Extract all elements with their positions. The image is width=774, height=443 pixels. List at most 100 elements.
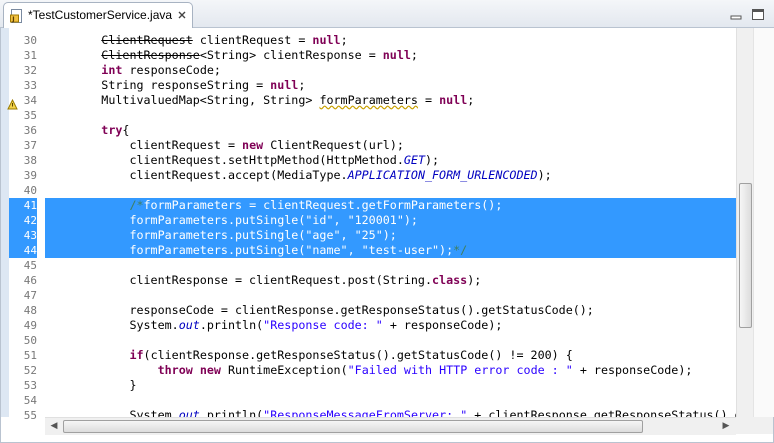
code-token: formParameters = clientRequest.getFormPa…	[143, 198, 503, 212]
code-token: (clientResponse.getResponseStatus().getS…	[143, 348, 573, 362]
code-token: MultivaluedMap<String, String>	[45, 93, 320, 107]
line-number: 38	[23, 154, 37, 167]
code-token: <String> clientResponse =	[199, 48, 383, 62]
line-number: 40	[23, 184, 37, 197]
line-number: 33	[23, 79, 37, 92]
code-token: System.	[45, 318, 179, 332]
line-number: 49	[23, 319, 37, 332]
code-line[interactable]: /*formParameters = clientRequest.getForm…	[45, 198, 502, 213]
code-token: {	[122, 123, 130, 137]
scroll-right-icon[interactable]: ▶	[719, 419, 733, 433]
code-token: formParameters.putSingle("name", "test-u…	[45, 243, 454, 257]
code-line[interactable]: throw new RuntimeException("Failed with …	[45, 363, 693, 378]
annotation-ruler	[1, 28, 9, 417]
code-token: formParameters	[319, 93, 418, 107]
code-line[interactable]: try{	[45, 123, 129, 138]
code-token: new	[242, 138, 264, 152]
line-number: 51	[23, 349, 37, 362]
code-token: ;	[298, 78, 306, 92]
code-token: null	[439, 93, 468, 107]
code-token: null	[312, 33, 341, 47]
line-number: 44	[23, 244, 37, 257]
code-token: clientRequest =	[45, 138, 243, 152]
code-token: ClientResponse	[101, 48, 200, 62]
code-token: "ResponseMessageFromServer: "	[263, 408, 468, 417]
code-line[interactable]: clientRequest.accept(MediaType.APPLICATI…	[45, 168, 552, 183]
code-line[interactable]: formParameters.putSingle("age", "25");	[45, 228, 397, 243]
line-number: 32	[23, 64, 37, 77]
minimize-icon[interactable]	[728, 7, 744, 21]
editor-tab-bar: J *TestCustomerService.java	[0, 0, 774, 28]
code-token: );	[537, 168, 552, 182]
code-line[interactable]: responseCode = clientResponse.getRespons…	[45, 303, 593, 318]
code-token: + responseCode);	[572, 363, 693, 377]
code-token: ;	[410, 48, 418, 62]
line-number: 31	[23, 49, 37, 62]
line-number: 54	[23, 394, 37, 407]
line-number-gutter: 30 31 32 33 34 35 36 37 38 39 40 41 42 43 44 45 46 47 48 49…	[9, 28, 37, 422]
line-number: 53	[23, 379, 37, 392]
line-number: 50	[23, 334, 37, 347]
code-line[interactable]: ClientRequest clientRequest = null;	[45, 33, 347, 48]
code-token: out	[178, 318, 200, 332]
vertical-scroll-thumb[interactable]	[739, 183, 752, 328]
scroll-left-icon[interactable]: ◀	[47, 419, 61, 433]
code-token: formParameters.putSingle("age", "25");	[45, 228, 397, 242]
code-token: + clientResponse.getResponseStatus().g	[467, 408, 736, 417]
code-line[interactable]: formParameters.putSingle("id", "120001")…	[45, 213, 418, 228]
code-token: clientRequest.accept(MediaType.	[45, 168, 348, 182]
maximize-icon[interactable]	[750, 7, 766, 21]
code-token: out	[178, 408, 200, 417]
code-token: try	[101, 123, 123, 137]
code-line[interactable]: formParameters.putSingle("name", "test-u…	[45, 243, 467, 258]
line-number: 46	[23, 274, 37, 287]
code-line[interactable]: clientRequest.setHttpMethod(HttpMethod.G…	[45, 153, 439, 168]
code-line[interactable]: clientRequest = new ClientRequest(url);	[45, 138, 404, 153]
line-number: 37	[23, 139, 37, 152]
line-number: 45	[23, 259, 37, 272]
code-editor[interactable]: 30 31 32 33 34 35 36 37 38 39 40 41 42 43 44 45 46 47 48 49…	[0, 28, 774, 443]
code-token: clientResponse = clientRequest.post(Stri…	[45, 273, 433, 287]
close-icon[interactable]	[175, 8, 189, 22]
code-line[interactable]: System.out.println("ResponseMessageFromS…	[45, 408, 736, 417]
horizontal-scroll-thumb[interactable]	[63, 420, 643, 433]
code-line[interactable]: ClientResponse<String> clientResponse = …	[45, 48, 418, 63]
code-token: int	[101, 63, 123, 77]
code-token: "Failed with HTTP error code : "	[347, 363, 573, 377]
code-token: class	[432, 273, 468, 287]
code-token: .println(	[199, 408, 264, 417]
code-line[interactable]: clientResponse = clientRequest.post(Stri…	[45, 273, 481, 288]
code-token: ClientRequest(url);	[263, 138, 404, 152]
code-token: RuntimeException(	[220, 363, 348, 377]
line-number: 34	[23, 94, 37, 107]
code-token: formParameters.putSingle("id", "120001")…	[45, 213, 418, 227]
overview-ruler	[753, 28, 774, 417]
code-line[interactable]: System.out.println("Response code: " + r…	[45, 318, 502, 333]
code-token: */	[453, 243, 468, 257]
code-token: System.	[45, 408, 179, 417]
code-token: ClientRequest	[101, 33, 193, 47]
code-token: .println(	[199, 318, 264, 332]
code-line[interactable]: if(clientResponse.getResponseStatus().ge…	[45, 348, 573, 363]
code-token: "Response code: "	[263, 318, 383, 332]
code-line[interactable]: String responseString = null;	[45, 78, 305, 93]
line-number: 55	[23, 409, 37, 422]
vertical-scrollbar[interactable]	[736, 28, 754, 417]
code-token: clientRequest =	[192, 33, 313, 47]
code-token: );	[467, 273, 482, 287]
code-token: null	[382, 48, 411, 62]
code-token: =	[417, 93, 440, 107]
code-line[interactable]: int responseCode;	[45, 63, 221, 78]
code-token: null	[270, 78, 299, 92]
code-area[interactable]: ClientRequest clientRequest = null; Clie…	[45, 28, 736, 417]
editor-tab[interactable]: J *TestCustomerService.java	[3, 2, 193, 28]
code-line[interactable]: MultivaluedMap<String, String> formParam…	[45, 93, 474, 108]
code-token: new	[199, 363, 221, 377]
line-number: 47	[23, 289, 37, 302]
horizontal-scrollbar[interactable]: ◀ ▶	[45, 417, 736, 435]
code-token: );	[425, 153, 440, 167]
code-line[interactable]: }	[45, 378, 136, 393]
